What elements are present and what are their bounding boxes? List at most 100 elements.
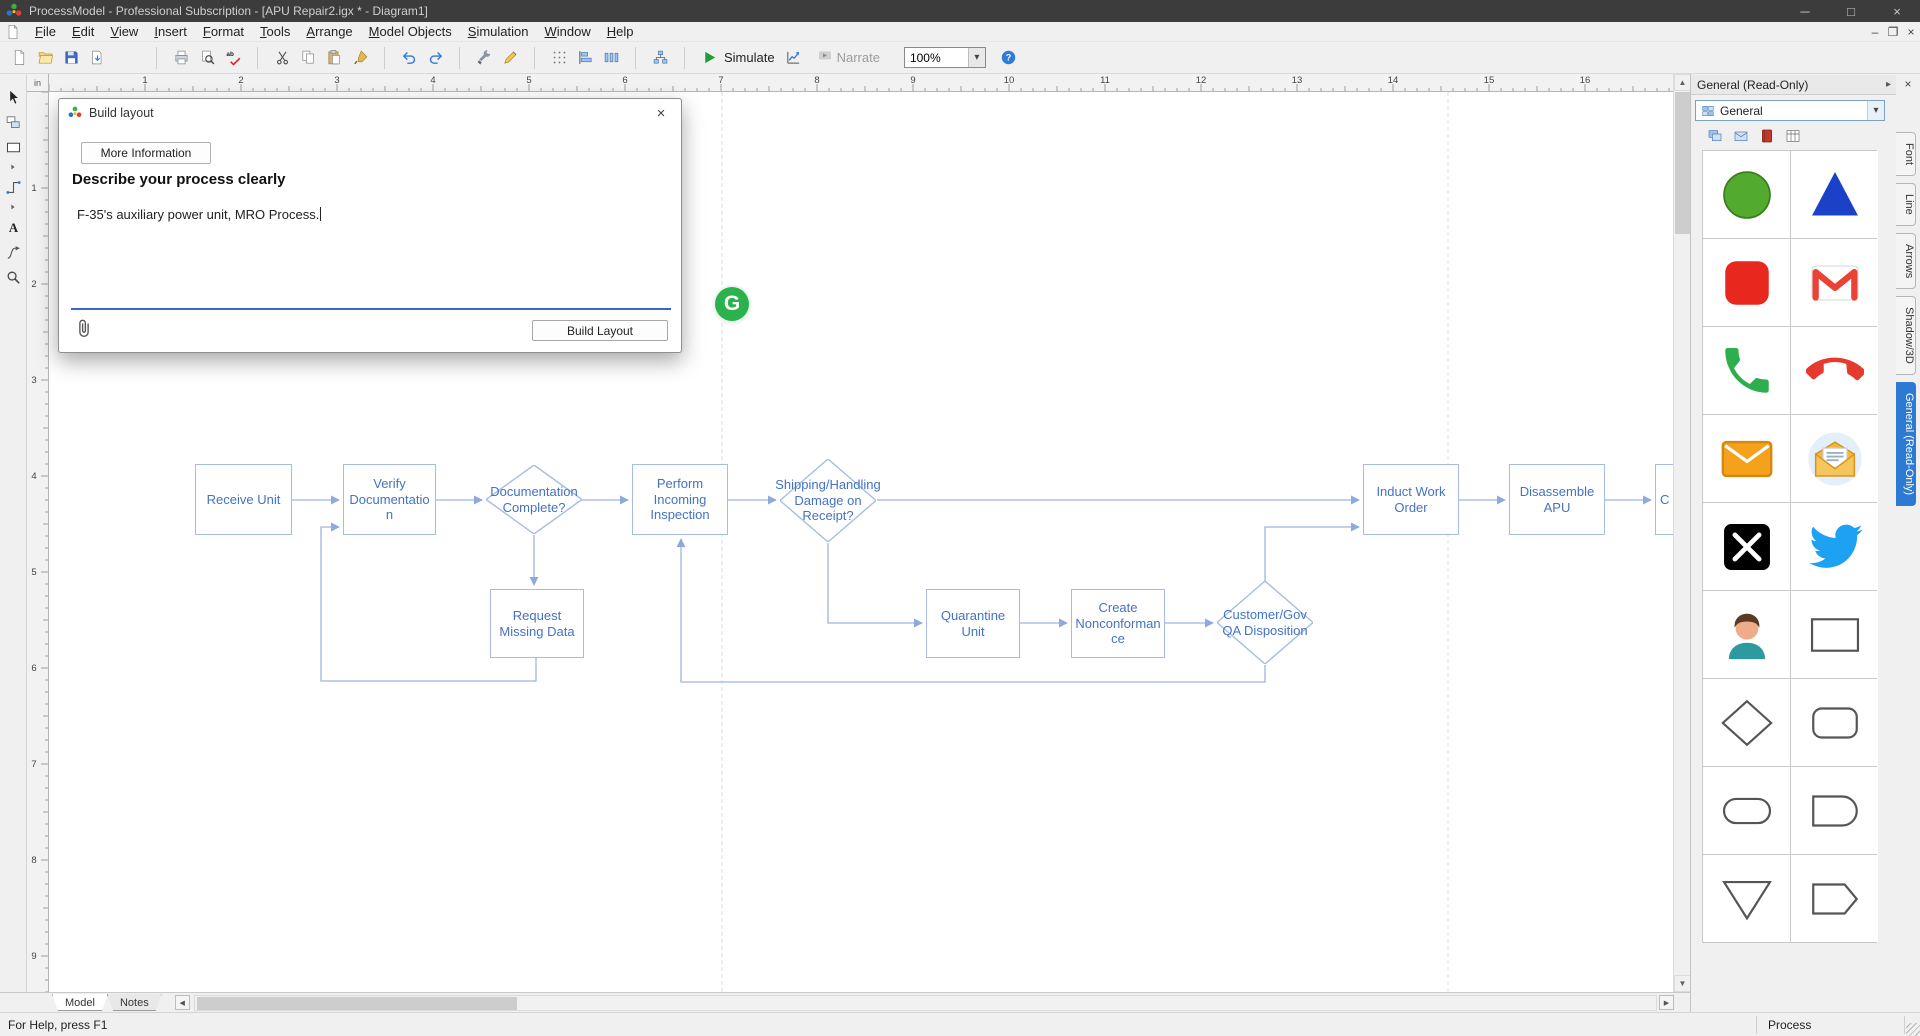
gallery-shape-rounded-rect-outline[interactable] xyxy=(1791,679,1878,766)
gallery-panel-header[interactable]: General (Read-Only) ▸ xyxy=(1691,75,1897,95)
process-description-input[interactable]: F-35's auxiliary power unit, MRO Process… xyxy=(71,199,671,310)
align-shapes-button[interactable] xyxy=(572,45,598,71)
dialog-title-bar[interactable]: Build layout × xyxy=(59,99,681,127)
route-tool-button[interactable] xyxy=(2,241,24,263)
gallery-shape-triangle-down-outline[interactable] xyxy=(1703,855,1790,942)
distribute-shapes-button[interactable] xyxy=(598,45,624,71)
flow-node-customer-gov-qa-disposition[interactable]: Customer/Gov QA Disposition xyxy=(1217,581,1313,664)
scroll-right-icon[interactable]: ▶ xyxy=(1659,995,1674,1010)
menu-tools[interactable]: Tools xyxy=(252,23,298,40)
panel-tab-shadow-3d[interactable]: Shadow/3D xyxy=(1896,296,1916,375)
flyout-arrow-icon[interactable] xyxy=(2,201,24,213)
layers-icon[interactable] xyxy=(1705,126,1725,146)
horizontal-scroll-thumb[interactable] xyxy=(196,996,517,1010)
flow-node-induct-work-order[interactable]: Induct Work Order xyxy=(1363,464,1459,535)
gallery-shape-twitter-bird[interactable] xyxy=(1791,503,1878,590)
vertical-scrollbar[interactable]: ▲ ▼ xyxy=(1673,74,1691,992)
snap-grid-button[interactable] xyxy=(546,45,572,71)
gallery-shape-phone-red[interactable] xyxy=(1791,327,1878,414)
menu-arrange[interactable]: Arrange xyxy=(298,23,360,40)
menu-model-objects[interactable]: Model Objects xyxy=(361,23,460,40)
export-button[interactable] xyxy=(84,45,110,71)
help-button[interactable]: ? xyxy=(996,45,1022,71)
menu-view[interactable]: View xyxy=(102,23,146,40)
resize-grip[interactable] xyxy=(1906,1023,1920,1036)
vertical-scroll-thumb[interactable] xyxy=(1675,92,1690,234)
flow-node-shipping-handling-damage[interactable]: Shipping/Handling Damage on Receipt? xyxy=(775,459,881,542)
gallery-shape-blue-triangle[interactable] xyxy=(1791,151,1878,238)
panel-close-icon[interactable]: × xyxy=(1899,75,1917,93)
tools-button[interactable] xyxy=(471,45,497,71)
gallery-shape-envelope[interactable] xyxy=(1703,415,1790,502)
close-button[interactable]: × xyxy=(1874,0,1920,22)
grammarly-icon[interactable]: G xyxy=(715,287,749,321)
flyout-arrow-icon[interactable] xyxy=(2,161,24,173)
paste-button[interactable] xyxy=(321,45,347,71)
horizontal-scrollbar[interactable] xyxy=(193,994,1657,1011)
spell-check-button[interactable]: ab xyxy=(220,45,246,71)
open-folder-button[interactable] xyxy=(32,45,58,71)
flow-node-clipped-node[interactable]: C xyxy=(1655,464,1673,535)
gallery-shape-green-circle[interactable] xyxy=(1703,151,1790,238)
menu-window[interactable]: Window xyxy=(536,23,598,40)
new-doc-button[interactable] xyxy=(6,45,32,71)
pencil-button[interactable] xyxy=(497,45,523,71)
connector-tool-button[interactable] xyxy=(2,176,24,198)
sheet-tab-notes[interactable]: Notes xyxy=(107,994,162,1011)
flow-connector[interactable] xyxy=(827,543,923,628)
pointer-button[interactable] xyxy=(2,86,24,108)
gallery-shape-delay-outline[interactable] xyxy=(1791,767,1878,854)
chevron-right-icon[interactable]: ▸ xyxy=(1886,79,1891,90)
more-information-button[interactable]: More Information xyxy=(81,142,211,164)
menu-format[interactable]: Format xyxy=(195,23,252,40)
gallery-shape-envelope-open[interactable] xyxy=(1791,415,1878,502)
print-button[interactable] xyxy=(168,45,194,71)
flow-node-quarantine-unit[interactable]: Quarantine Unit xyxy=(926,589,1020,658)
save-button[interactable] xyxy=(58,45,84,71)
format-painter-button[interactable] xyxy=(347,45,373,71)
gallery-shape-gmail[interactable] xyxy=(1791,239,1878,326)
text-tool-button[interactable]: A xyxy=(2,216,24,238)
menu-simulation[interactable]: Simulation xyxy=(460,23,537,40)
flow-node-create-nonconformance[interactable]: Create Nonconformance xyxy=(1071,589,1165,658)
scroll-left-icon[interactable]: ◀ xyxy=(174,995,190,1010)
simulate-label[interactable]: Simulate xyxy=(724,50,775,65)
gallery-shape-diamond-outline[interactable] xyxy=(1703,679,1790,766)
menu-insert[interactable]: Insert xyxy=(146,23,195,40)
redo-button[interactable] xyxy=(422,45,448,71)
minimize-button[interactable]: ─ xyxy=(1782,0,1828,22)
sheet-tab-model[interactable]: Model xyxy=(52,994,108,1011)
red-book-icon[interactable] xyxy=(1757,126,1777,146)
menu-edit[interactable]: Edit xyxy=(64,23,102,40)
cut-button[interactable] xyxy=(269,45,295,71)
gallery-category-dropdown[interactable]: General ▾ xyxy=(1695,100,1885,121)
maximize-button[interactable]: □ xyxy=(1828,0,1874,22)
print-preview-button[interactable] xyxy=(194,45,220,71)
menu-file[interactable]: File xyxy=(27,23,64,40)
flow-node-disassemble-apu[interactable]: Disassemble APU xyxy=(1509,464,1605,535)
gallery-shape-red-rounded-square[interactable] xyxy=(1703,239,1790,326)
flow-node-request-missing-data[interactable]: Request Missing Data xyxy=(490,589,584,658)
menu-help[interactable]: Help xyxy=(599,23,642,40)
shapes-stack-button[interactable] xyxy=(2,111,24,133)
gallery-shape-x-logo[interactable] xyxy=(1703,503,1790,590)
flow-node-receive-unit[interactable]: Receive Unit xyxy=(195,464,292,535)
flow-node-perform-incoming-inspection[interactable]: Perform Incoming Inspection xyxy=(632,464,728,535)
dropdown-arrow-icon[interactable]: ▾ xyxy=(1867,101,1884,120)
panel-tab-general-read-only-[interactable]: General (Read-Only) xyxy=(1896,381,1916,507)
scroll-up-icon[interactable]: ▲ xyxy=(1674,74,1691,91)
mail-stack-icon[interactable] xyxy=(1731,126,1751,146)
gallery-shape-rectangle-blank[interactable] xyxy=(1791,591,1878,678)
mdi-restore-button[interactable]: ❐ xyxy=(1884,25,1902,39)
simulate-play-icon[interactable] xyxy=(696,45,722,71)
scroll-down-icon[interactable]: ▼ xyxy=(1674,975,1691,992)
panel-tab-arrows[interactable]: Arrows xyxy=(1896,232,1916,290)
zoom-dropdown-arrow[interactable]: ▾ xyxy=(967,48,985,67)
copy-button[interactable] xyxy=(295,45,321,71)
flow-node-verify-documentation[interactable]: Verify Documentation xyxy=(343,464,436,535)
panel-tab-line[interactable]: Line xyxy=(1896,183,1916,226)
gallery-shape-pentagon-outline[interactable] xyxy=(1791,855,1878,942)
flow-node-documentation-complete[interactable]: Documentation Complete? xyxy=(486,465,582,534)
panel-tab-font[interactable]: Font xyxy=(1896,132,1916,177)
narrate-button[interactable]: Narrate xyxy=(817,48,880,67)
